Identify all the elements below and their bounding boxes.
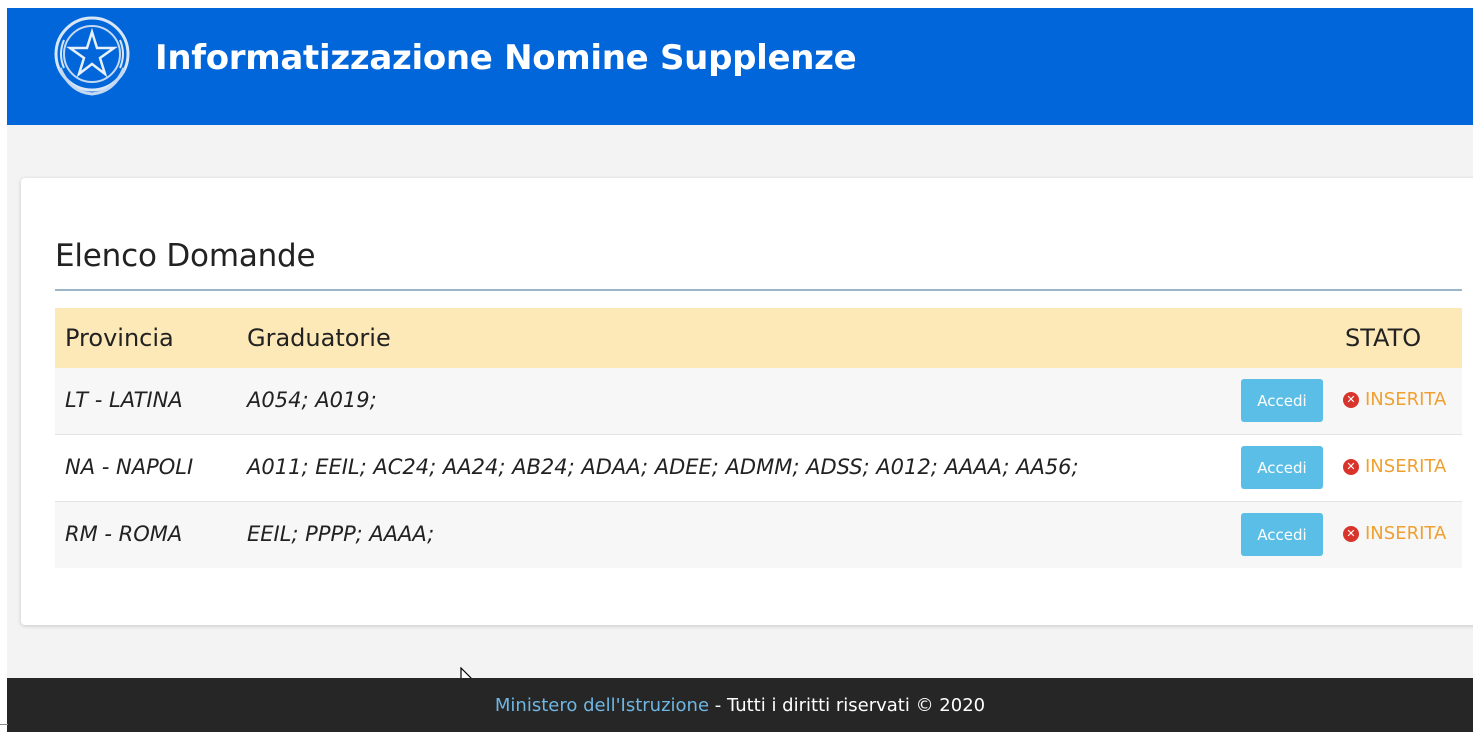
column-header-graduatorie: Graduatorie	[247, 324, 391, 352]
accedi-button[interactable]: Accedi	[1241, 446, 1323, 489]
status-label: INSERITA	[1365, 456, 1447, 477]
row-graduatorie: A011; EEIL; AC24; AA24; AB24; ADAA; ADEE…	[247, 455, 1079, 479]
title-divider	[55, 289, 1462, 291]
status-badge: ✕ INSERITA	[1343, 523, 1446, 544]
status-error-icon: ✕	[1343, 391, 1359, 408]
table-row: RM - ROMA EEIL; PPPP; AAAA; Accedi ✕ INS…	[55, 502, 1462, 568]
status-badge: ✕ INSERITA	[1343, 389, 1446, 410]
row-graduatorie: A054; A019;	[247, 388, 377, 412]
status-label: INSERITA	[1365, 389, 1447, 410]
row-provincia: NA - NAPOLI	[65, 455, 194, 479]
italian-republic-emblem-icon	[54, 16, 130, 96]
status-label: INSERITA	[1365, 523, 1447, 544]
table-row: LT - LATINA A054; A019; Accedi ✕ INSERIT…	[55, 368, 1462, 435]
table-body: LT - LATINA A054; A019; Accedi ✕ INSERIT…	[55, 368, 1462, 568]
status-error-icon: ✕	[1343, 458, 1359, 475]
edge-mark	[0, 724, 8, 725]
app-title: Informatizzazione Nomine Supplenze	[155, 38, 857, 78]
accedi-button[interactable]: Accedi	[1241, 513, 1323, 556]
table-row: NA - NAPOLI A011; EEIL; AC24; AA24; AB24…	[55, 435, 1462, 502]
section-title: Elenco Domande	[55, 238, 316, 274]
applications-card: Elenco Domande Provincia Graduatorie STA…	[21, 178, 1473, 625]
applications-table: Provincia Graduatorie STATO LT - LATINA …	[55, 308, 1462, 568]
table-header: Provincia Graduatorie STATO	[55, 308, 1462, 368]
page-footer: Ministero dell'Istruzione - Tutti i diri…	[7, 678, 1473, 732]
app-header: Informatizzazione Nomine Supplenze	[7, 8, 1473, 125]
row-provincia: RM - ROMA	[65, 522, 183, 546]
column-header-stato: STATO	[1345, 324, 1422, 352]
row-provincia: LT - LATINA	[65, 388, 183, 412]
footer-copyright: - Tutti i diritti riservati © 2020	[709, 695, 986, 716]
column-header-provincia: Provincia	[65, 324, 174, 352]
status-badge: ✕ INSERITA	[1343, 456, 1446, 477]
ministry-link[interactable]: Ministero dell'Istruzione	[495, 695, 709, 716]
row-graduatorie: EEIL; PPPP; AAAA;	[247, 522, 435, 546]
accedi-button[interactable]: Accedi	[1241, 379, 1323, 422]
status-error-icon: ✕	[1343, 525, 1359, 542]
page: Informatizzazione Nomine Supplenze Elenc…	[7, 8, 1473, 732]
